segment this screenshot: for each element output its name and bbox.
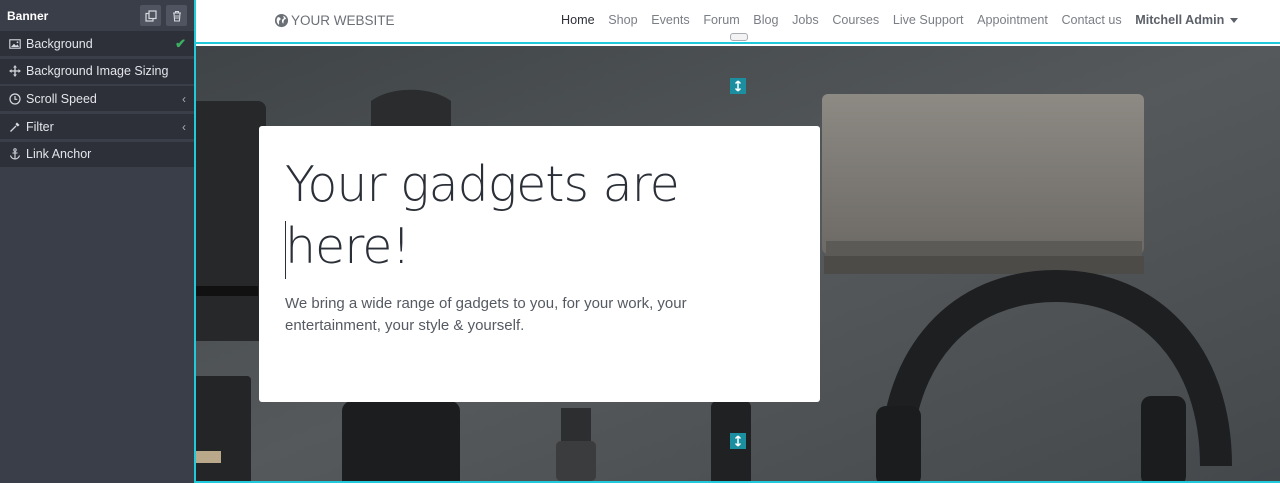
- chevron-left-icon[interactable]: ‹: [182, 86, 186, 111]
- caret-down-icon: [1230, 17, 1239, 23]
- nav-item-events[interactable]: Events: [651, 13, 690, 27]
- option-scroll-speed[interactable]: Scroll Speed ‹: [0, 86, 194, 112]
- headline-line-1: Your gadgets are: [285, 156, 680, 213]
- sidebar-actions: [140, 5, 187, 26]
- delete-button[interactable]: [166, 5, 187, 26]
- nav-item-forum[interactable]: Forum: [703, 13, 739, 27]
- nav-item-jobs[interactable]: Jobs: [792, 13, 819, 27]
- resize-bottom-handle[interactable]: [730, 433, 746, 449]
- option-label: Link Anchor: [26, 147, 92, 162]
- headline-line-2: here!: [285, 218, 411, 275]
- option-background[interactable]: Background ✔: [0, 31, 194, 56]
- nav-item-appointment[interactable]: Appointment: [977, 13, 1048, 27]
- top-navbar: YOUR WEBSITE Home Shop Events Forum Blog…: [196, 0, 1280, 44]
- nav-item-courses[interactable]: Courses: [832, 13, 879, 27]
- chevron-left-icon[interactable]: ‹: [182, 114, 186, 139]
- option-label: Background Image Sizing: [26, 64, 169, 79]
- resize-top-handle[interactable]: [730, 78, 746, 94]
- anchor-icon: [8, 148, 21, 161]
- nav-item-live-support[interactable]: Live Support: [893, 13, 964, 27]
- image-icon: [8, 37, 21, 50]
- option-background-image-sizing[interactable]: Background Image Sizing: [0, 58, 194, 84]
- sidebar-title: Banner: [7, 8, 49, 23]
- option-label: Filter: [26, 119, 54, 134]
- nav-item-shop[interactable]: Shop: [608, 13, 637, 27]
- vertical-resize-icon: [734, 435, 742, 447]
- navbar-drag-handle[interactable]: [730, 33, 748, 41]
- banner-lead-text[interactable]: We bring a wide range of gadgets to you,…: [285, 293, 785, 337]
- clock-icon: [8, 92, 21, 105]
- vertical-resize-icon: [734, 80, 742, 92]
- brand-name: YOUR WEBSITE: [291, 13, 395, 28]
- duplicate-button[interactable]: [140, 5, 161, 26]
- main-menu: Home Shop Events Forum Blog Jobs Courses…: [561, 13, 1239, 27]
- nav-item-contact-us[interactable]: Contact us: [1061, 13, 1121, 27]
- website-canvas: YOUR WEBSITE Home Shop Events Forum Blog…: [194, 0, 1280, 483]
- nav-item-blog[interactable]: Blog: [753, 13, 778, 27]
- check-icon: ✔: [175, 35, 186, 51]
- globe-icon: [274, 13, 289, 28]
- user-name: Mitchell Admin: [1135, 13, 1225, 27]
- sidebar-header: Banner: [0, 0, 194, 31]
- clone-icon: [144, 9, 157, 22]
- brand-logo[interactable]: YOUR WEBSITE: [274, 13, 395, 28]
- option-label: Background: [26, 36, 93, 51]
- eyedropper-icon: [8, 120, 21, 133]
- banner-section[interactable]: Your gadgets are here! We bring a wide r…: [196, 46, 1280, 483]
- option-label: Scroll Speed: [26, 91, 97, 106]
- move-icon: [8, 65, 21, 78]
- user-menu[interactable]: Mitchell Admin: [1135, 13, 1239, 27]
- option-link-anchor[interactable]: Link Anchor: [0, 141, 194, 167]
- editor-sidebar: Banner Background ✔ Background Image Siz…: [0, 0, 194, 483]
- banner-content-card[interactable]: Your gadgets are here! We bring a wide r…: [259, 126, 820, 402]
- nav-item-home[interactable]: Home: [561, 13, 595, 27]
- option-filter[interactable]: Filter ‹: [0, 114, 194, 140]
- banner-headline[interactable]: Your gadgets are here!: [285, 154, 794, 279]
- trash-icon: [172, 10, 181, 22]
